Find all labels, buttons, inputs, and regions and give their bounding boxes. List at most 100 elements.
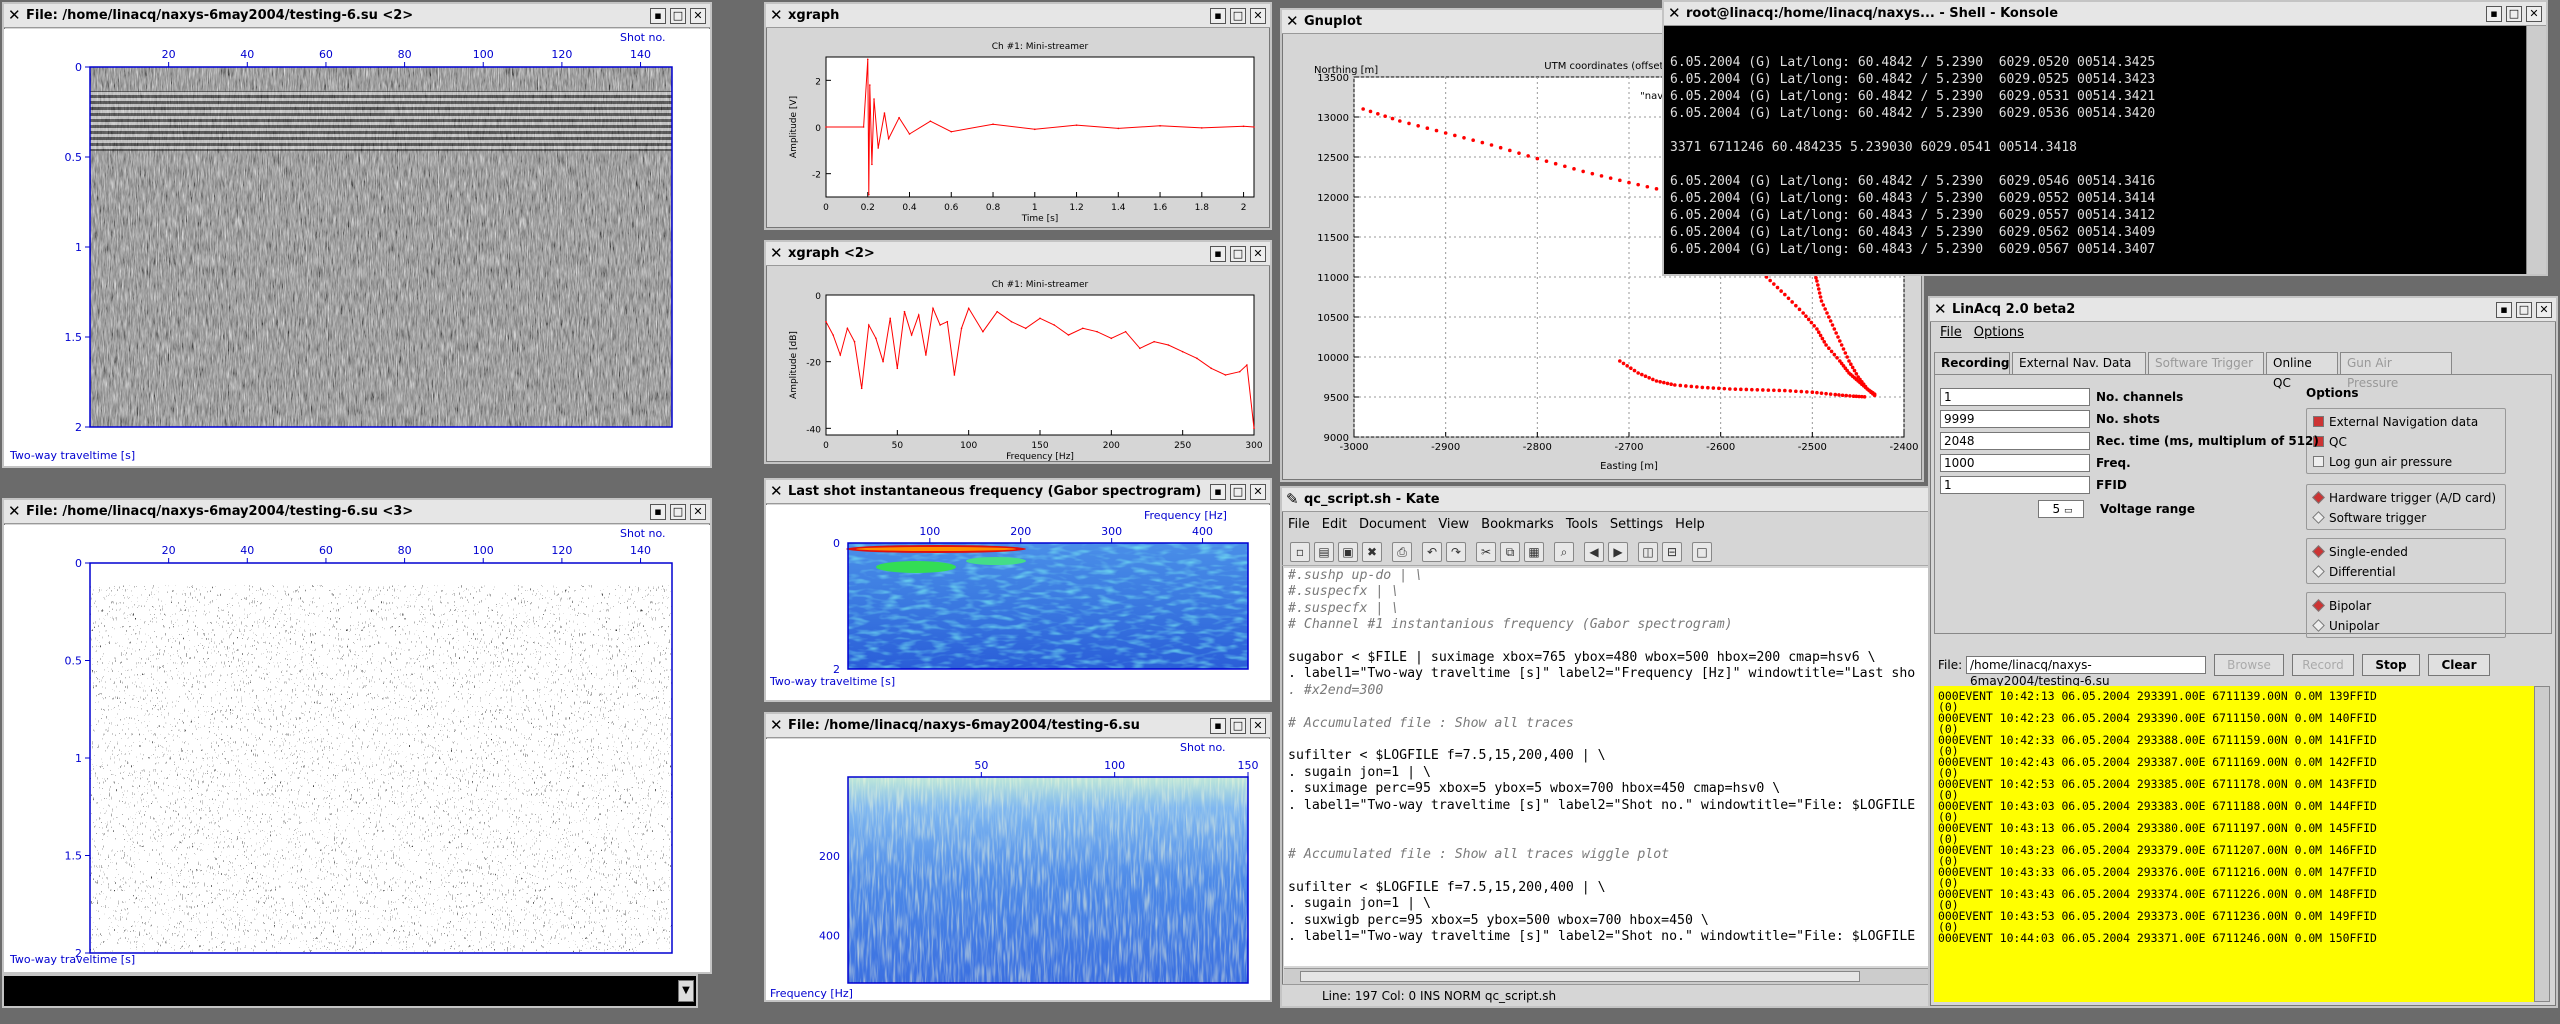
radio-icon[interactable] [2312,565,2325,578]
xgraph-plot-2[interactable]: Ch #1: Mini-streamer 0 50 100 150 200 250 300 0-… [766,267,1270,462]
maximize-icon[interactable]: □ [2506,6,2522,22]
title-bar[interactable]: ✕ File: /home/linacq/naxys-6may2004/test… [4,4,710,28]
konsole-window[interactable]: ✕ root@linacq:/home/linacq/naxys... - Sh… [1662,0,2548,276]
option-differential[interactable]: Differential [2312,564,2396,580]
spectrum-plot[interactable]: 50 100 150 200 400 Shot no. Frequency [Hz] [766,739,1270,1000]
forward-icon[interactable]: ▶ [1608,542,1628,562]
gabor-plot[interactable]: 100 200 300 400 0 2 Frequency [Hz] Two-way tr… [766,505,1270,700]
find-icon[interactable]: ⌕ [1554,542,1574,562]
minimize-icon[interactable]: ▪ [2496,302,2512,318]
xgraph-plot-1[interactable]: Ch #1: Mini-streamer 0 0.2 0.4 0.6 0.8 1 1.2 1.4… [766,29,1270,228]
field-input[interactable]: 1 [1940,476,2090,494]
menu-item-bookmarks[interactable]: Bookmarks [1481,517,1554,532]
title-bar[interactable]: ✕ Last shot instantaneous frequency (Gab… [766,480,1270,504]
menu-item-file[interactable]: File [1288,517,1310,532]
close-icon[interactable]: ✕ [1250,8,1266,24]
title-bar[interactable]: ✕ LinAcq 2.0 beta2 ▪ □ ✕ [1930,298,2556,322]
linacq-window[interactable]: ✕ LinAcq 2.0 beta2 ▪ □ ✕ File Options Rec… [1928,296,2558,1008]
event-log[interactable]: 000EVENT 10:42:13 06.05.2004 293391.00E … [1934,686,2534,1002]
stop-button[interactable]: Stop [2362,654,2420,676]
title-bar[interactable]: ✕ xgraph <2> ▪ □ ✕ [766,242,1270,266]
menu-item-document[interactable]: Document [1359,517,1426,532]
minimize-icon[interactable]: ▪ [1210,8,1226,24]
close-icon[interactable]: ✕ [690,8,706,24]
menu-item-tools[interactable]: Tools [1566,517,1598,532]
radio-icon[interactable] [2312,511,2325,524]
close-doc-icon[interactable]: ✖ [1362,542,1382,562]
close-icon[interactable]: ✕ [2526,6,2542,22]
minimize-icon[interactable]: ▪ [650,504,666,520]
redo-icon[interactable]: ↷ [1446,542,1466,562]
maximize-icon[interactable]: □ [1230,718,1246,734]
title-bar[interactable]: ✕ root@linacq:/home/linacq/naxys... - Sh… [1664,2,2546,26]
option-log-gun-air-pressure[interactable]: Log gun air pressure [2313,454,2452,470]
menu-item-options[interactable]: Options [1974,325,2024,340]
option-software-trigger[interactable]: Software trigger [2312,510,2426,526]
copy-icon[interactable]: ⧉ [1500,542,1520,562]
terminal-scrollbar[interactable] [2526,26,2546,274]
cut-icon[interactable]: ✂ [1476,542,1496,562]
new-file-icon[interactable]: ▫ [1290,542,1310,562]
horizontal-scrollbar[interactable] [1284,968,1930,984]
scroll-arrow-icon[interactable]: ▼ [678,980,694,1002]
paste-icon[interactable]: ▦ [1524,542,1544,562]
field-input[interactable]: 9999 [1940,410,2090,428]
browse-button[interactable]: Browse [2214,654,2284,676]
kate-window[interactable]: ✎ qc_script.sh - Kate File Edit Document Vi… [1280,486,1934,1008]
minimize-icon[interactable]: ▪ [2486,6,2502,22]
radio-icon[interactable] [2312,545,2325,558]
minimize-icon[interactable]: ▪ [1210,246,1226,262]
menu-item-edit[interactable]: Edit [1322,517,1347,532]
radio-icon[interactable] [2312,491,2325,504]
option-unipolar[interactable]: Unipolar [2312,618,2379,634]
xgraph-window-2[interactable]: ✕ xgraph <2> ▪ □ ✕ Ch #1: Mini-streamer 0… [764,240,1272,464]
title-bar[interactable]: ✕ File: /home/linacq/naxys-6may2004/test… [766,714,1270,738]
record-button[interactable]: Record [2292,654,2354,676]
xgraph-window-1[interactable]: ✕ xgraph ▪ □ ✕ Ch #1: Mini-streamer 0 0.2 0… [764,2,1272,230]
menu-item-help[interactable]: Help [1675,517,1705,532]
event-log-scrollbar[interactable] [2534,686,2550,1002]
seismic-plot[interactable]: 20 40 60 80 100 120 140 0 0.5 1 1.5 2 Shot no. Two-… [4,29,710,466]
close-icon[interactable]: ✕ [1250,246,1266,262]
field-input[interactable]: 2048 [1940,432,2090,450]
maximize-icon[interactable]: □ [2516,302,2532,318]
file-path-input[interactable]: /home/linacq/naxys-6may2004/testing-6.su [1966,656,2206,688]
spectrum-window[interactable]: ✕ File: /home/linacq/naxys-6may2004/test… [764,712,1272,1002]
checkbox-icon[interactable] [2313,416,2324,427]
seismic-window-1[interactable]: ✕ File: /home/linacq/naxys-6may2004/test… [2,2,712,468]
title-bar[interactable]: ✎ qc_script.sh - Kate [1282,488,1932,512]
menu-item-settings[interactable]: Settings [1610,517,1663,532]
tab-gun-air-pressure[interactable]: Gun Air Pressure [2340,352,2452,390]
gabor-window[interactable]: ✕ Last shot instantaneous frequency (Gab… [764,478,1272,702]
minimize-icon[interactable]: ▪ [1210,718,1226,734]
option-hardware-trigger-a-d-card-[interactable]: Hardware trigger (A/D card) [2312,490,2496,506]
maximize-icon[interactable]: □ [1230,8,1246,24]
maximize-icon[interactable]: □ [1230,246,1246,262]
close-icon[interactable]: ✕ [1250,484,1266,500]
voltage-range-select[interactable]: 5 ▭ [2038,500,2084,518]
split-horizontal-icon[interactable]: ⊟ [1662,542,1682,562]
maximize-icon[interactable]: □ [670,504,686,520]
terminal-output[interactable]: 6.05.2004 (G) Lat/long: 60.4842 / 5.2390… [1664,26,2526,274]
code-editor[interactable]: #.sushp up-do | \ #.suspecfx | \ #.suspecf… [1284,568,1930,966]
tab-online-qc[interactable]: Online QC [2266,352,2338,390]
radio-icon[interactable] [2312,599,2325,612]
minimize-icon[interactable]: ▪ [650,8,666,24]
title-bar[interactable]: ✕ File: /home/linacq/naxys-6may2004/test… [4,500,710,524]
close-icon[interactable]: ✕ [690,504,706,520]
tab-recording[interactable]: Recording [1934,352,2010,375]
wiggle-plot[interactable]: 20 40 60 80 100 120 140 0 0.5 1 1.5 2 Shot no. Two-… [4,525,710,972]
close-icon[interactable]: ✕ [1250,718,1266,734]
title-bar[interactable]: ✕ xgraph ▪ □ ✕ [766,4,1270,28]
option-bipolar[interactable]: Bipolar [2312,598,2371,614]
undo-icon[interactable]: ↶ [1422,542,1442,562]
back-icon[interactable]: ◀ [1584,542,1604,562]
print-icon[interactable]: ⎙ [1392,542,1412,562]
seismic-window-2[interactable]: ✕ File: /home/linacq/naxys-6may2004/test… [2,498,712,974]
menu-item-file[interactable]: File [1940,325,1962,340]
option-single-ended[interactable]: Single-ended [2312,544,2408,560]
menu-item-view[interactable]: View [1438,517,1469,532]
close-view-icon[interactable]: □ [1692,542,1712,562]
clear-button[interactable]: Clear [2428,654,2490,676]
open-file-icon[interactable]: ▤ [1314,542,1334,562]
